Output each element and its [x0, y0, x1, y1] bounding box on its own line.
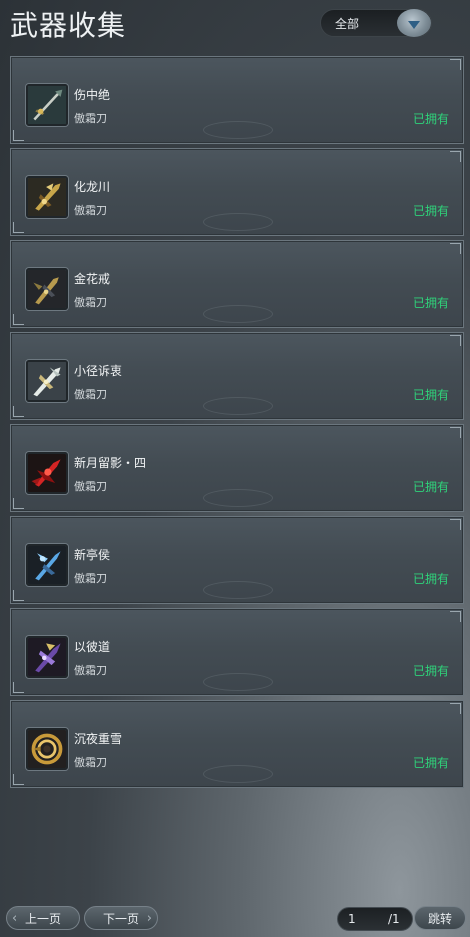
page-total: /1	[388, 912, 400, 926]
weapon-class: 傲霜刀	[74, 756, 107, 769]
dropdown-arrow-icon[interactable]	[397, 9, 431, 37]
owned-status: 已拥有	[412, 296, 449, 310]
page-title: 武器收集	[10, 9, 127, 42]
watermark-decoration	[203, 581, 273, 599]
weapon-class: 傲霜刀	[74, 204, 107, 217]
weapon-card[interactable]: 新月留影・四 傲霜刀 已拥有	[10, 424, 464, 512]
weapon-name: 小径诉衷	[74, 364, 123, 378]
weapon-class: 傲霜刀	[74, 388, 107, 401]
weapon-card[interactable]: 金花戒 傲霜刀 已拥有	[10, 240, 464, 328]
chevron-left-icon: ‹	[12, 910, 18, 926]
weapon-name: 沉夜重雪	[74, 732, 123, 746]
silver-blade-icon	[26, 360, 68, 402]
page-number-input[interactable]	[348, 912, 382, 926]
watermark-decoration	[203, 765, 273, 783]
weapon-name: 新亭侯	[74, 548, 111, 562]
prev-page-button[interactable]: ‹ 上一页	[6, 906, 80, 930]
weapon-class: 傲霜刀	[74, 112, 107, 125]
prev-page-label: 上一页	[24, 911, 61, 926]
next-page-button[interactable]: 下一页 ›	[84, 906, 158, 930]
watermark-decoration	[203, 213, 273, 231]
weapon-name: 化龙川	[74, 180, 111, 194]
filter-dropdown[interactable]: 全部	[320, 9, 432, 37]
weapon-name: 金花戒	[74, 272, 111, 286]
owned-status: 已拥有	[412, 480, 449, 494]
weapon-card[interactable]: 新亭侯 傲霜刀 已拥有	[10, 516, 464, 604]
owned-status: 已拥有	[412, 572, 449, 586]
watermark-decoration	[203, 397, 273, 415]
weapon-class: 傲霜刀	[74, 296, 107, 309]
watermark-decoration	[203, 305, 273, 323]
weapon-card[interactable]: 化龙川 傲霜刀 已拥有	[10, 148, 464, 236]
chevron-right-icon: ›	[146, 910, 152, 926]
owned-status: 已拥有	[412, 756, 449, 770]
page-number-box: /1	[337, 907, 413, 931]
watermark-decoration	[203, 121, 273, 139]
golden-blade-icon	[26, 268, 68, 310]
watermark-decoration	[203, 673, 273, 691]
owned-status: 已拥有	[412, 664, 449, 678]
weapon-card[interactable]: 伤中绝 傲霜刀 已拥有	[10, 56, 464, 144]
weapon-class: 傲霜刀	[74, 664, 107, 677]
owned-status: 已拥有	[412, 204, 449, 218]
weapon-list: 伤中绝 傲霜刀 已拥有 化龙川 傲霜刀 已拥有 金花戒 傲霜刀 已拥有 小径诉衷…	[10, 56, 464, 792]
jump-button[interactable]: 跳转	[414, 906, 466, 930]
weapon-name: 新月留影・四	[74, 456, 147, 470]
filter-selected-label: 全部	[335, 17, 360, 31]
red-blade-icon	[26, 452, 68, 494]
weapon-class: 傲霜刀	[74, 480, 107, 493]
next-page-label: 下一页	[102, 911, 139, 926]
watermark-decoration	[203, 489, 273, 507]
weapon-card[interactable]: 沉夜重雪 傲霜刀 已拥有	[10, 700, 464, 788]
weapon-card[interactable]: 小径诉衷 傲霜刀 已拥有	[10, 332, 464, 420]
blue-blade-icon	[26, 544, 68, 586]
weapon-class: 傲霜刀	[74, 572, 107, 585]
vortex-blade-icon	[26, 728, 68, 770]
owned-status: 已拥有	[412, 112, 449, 126]
owned-status: 已拥有	[412, 388, 449, 402]
sword-icon	[26, 84, 68, 126]
weapon-name: 伤中绝	[74, 88, 111, 102]
weapon-name: 以彼道	[74, 640, 111, 654]
purple-blade-icon	[26, 636, 68, 678]
weapon-card[interactable]: 以彼道 傲霜刀 已拥有	[10, 608, 464, 696]
dragon-blade-icon	[26, 176, 68, 218]
